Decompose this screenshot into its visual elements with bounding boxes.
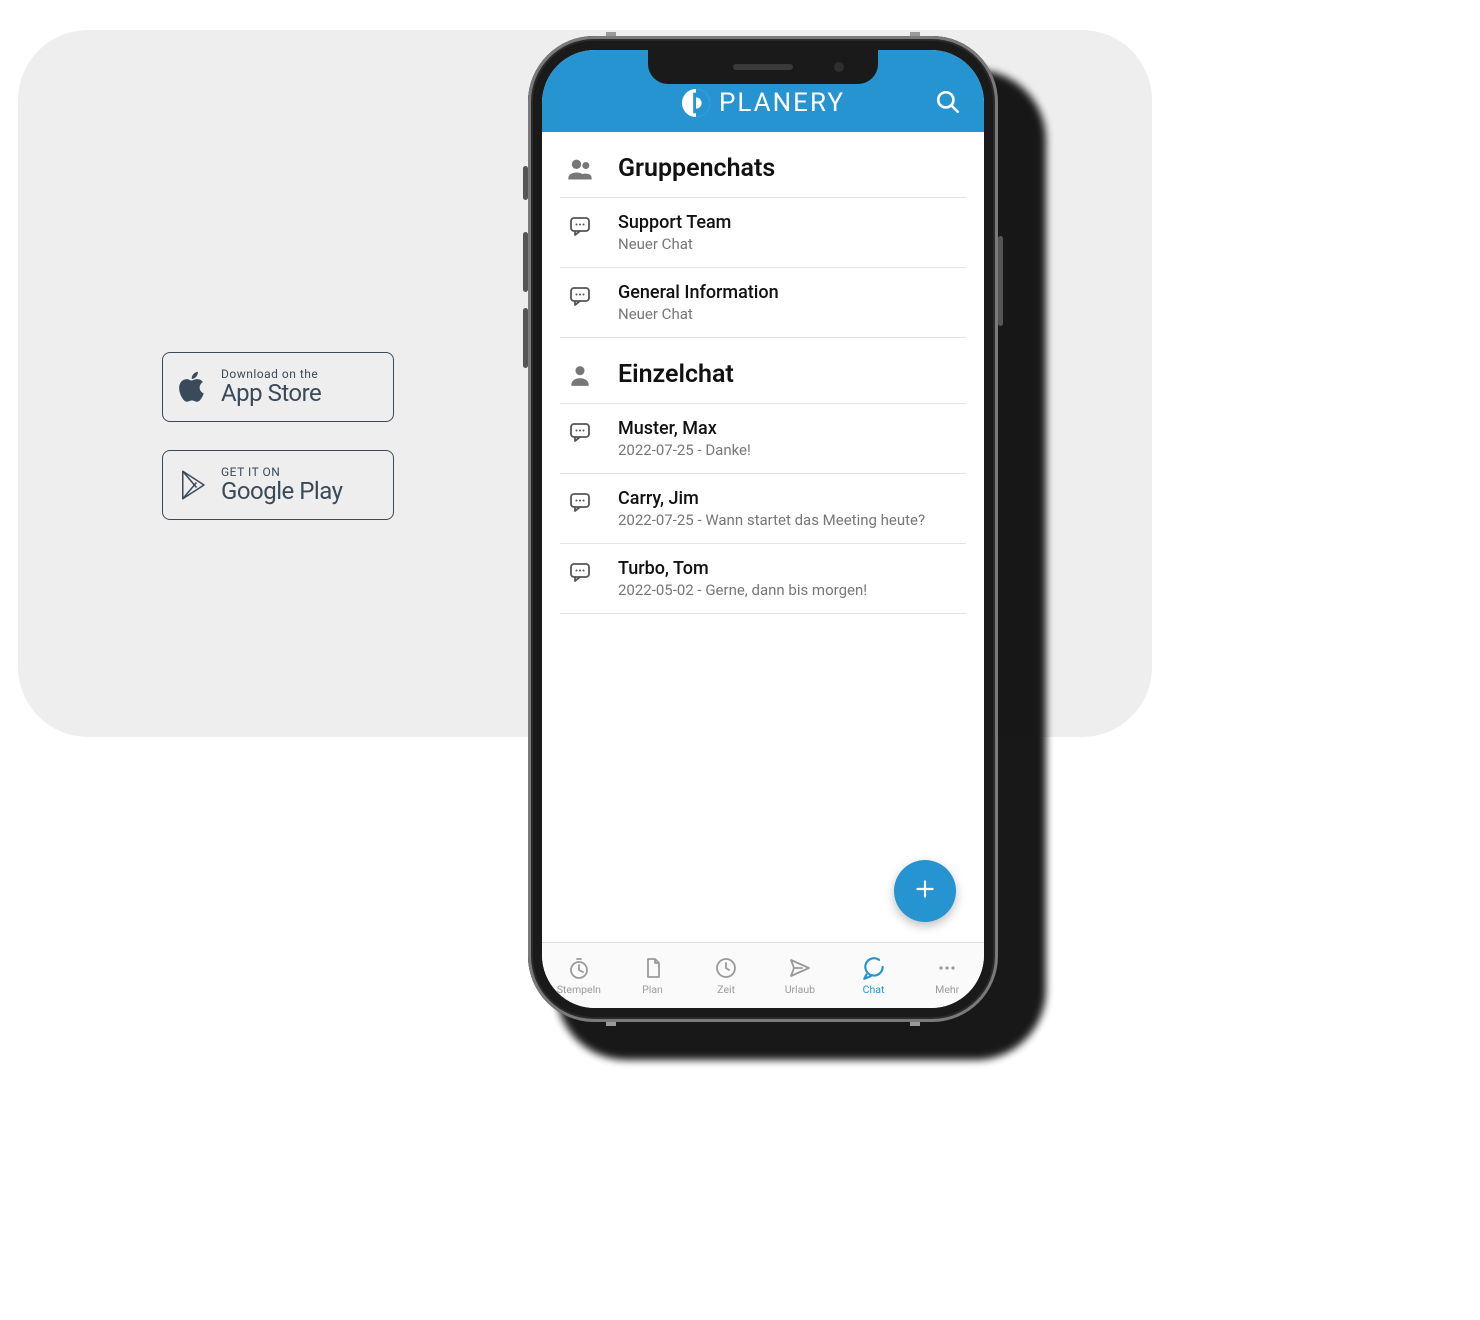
tab-mehr[interactable]: Mehr: [910, 943, 984, 1008]
chat-subtitle: Neuer Chat: [618, 305, 962, 323]
tab-chat[interactable]: Chat: [837, 943, 911, 1008]
tab-label: Zeit: [717, 983, 735, 996]
chat-subtitle: 2022-05-02 - Gerne, dann bis morgen!: [618, 581, 962, 599]
phone-speaker: [733, 64, 793, 70]
appstore-bottom-text: App Store: [221, 381, 321, 406]
group-chat-row[interactable]: General Information Neuer Chat: [560, 268, 966, 338]
chat-title: General Information: [618, 282, 962, 303]
document-icon: [641, 955, 665, 981]
chat-bubble-icon: [564, 282, 596, 308]
googleplay-icon: [177, 465, 211, 505]
chat-title: Carry, Jim: [618, 488, 962, 509]
phone-volume-down: [523, 308, 528, 368]
single-chat-row[interactable]: Muster, Max 2022-07-25 - Danke!: [560, 403, 966, 474]
chat-subtitle: 2022-07-25 - Danke!: [618, 441, 962, 459]
group-chats-title: Gruppenchats: [618, 154, 775, 183]
chat-subtitle: 2022-07-25 - Wann startet das Meeting he…: [618, 511, 962, 529]
chat-icon: [861, 955, 887, 981]
tab-label: Mehr: [935, 983, 959, 996]
more-icon: [935, 955, 959, 981]
planery-logo-icon: [681, 88, 711, 118]
tab-label: Plan: [642, 983, 663, 996]
googleplay-badge[interactable]: GET IT ON Google Play: [162, 450, 394, 520]
phone-antenna: [606, 32, 616, 36]
search-icon: [935, 89, 961, 119]
chat-list: Gruppenchats Support TeamNeuer ChatGener…: [542, 132, 984, 942]
single-chat-row[interactable]: Carry, Jim 2022-07-25 - Wann startet das …: [560, 474, 966, 544]
tab-plan[interactable]: Plan: [616, 943, 690, 1008]
phone-antenna: [910, 1022, 920, 1026]
tab-label: Urlaub: [785, 983, 815, 996]
tab-label: Stempeln: [557, 983, 601, 996]
phone-antenna: [606, 1022, 616, 1026]
search-button[interactable]: [932, 88, 964, 120]
group-chat-row[interactable]: Support Team Neuer Chat: [560, 197, 966, 268]
phone-screen: PLANERY: [542, 50, 984, 1008]
chat-subtitle: Neuer Chat: [618, 235, 962, 253]
chat-title: Muster, Max: [618, 418, 962, 439]
person-icon: [564, 362, 596, 388]
clock-icon: [714, 955, 738, 981]
chat-title: Support Team: [618, 212, 962, 233]
chat-bubble-icon: [564, 212, 596, 238]
group-icon: [564, 155, 596, 183]
phone-camera: [834, 62, 844, 72]
plus-icon: [912, 876, 938, 906]
stopwatch-icon: [567, 955, 591, 981]
single-chat-row[interactable]: Turbo, Tom 2022-05-02 - Gerne, dann bis m…: [560, 544, 966, 614]
single-chat-title: Einzelchat: [618, 360, 734, 389]
airplane-icon: [788, 955, 812, 981]
chat-bubble-icon: [564, 558, 596, 584]
phone-volume-up: [523, 232, 528, 292]
tab-label: Chat: [863, 983, 885, 996]
appstore-badge[interactable]: Download on the App Store: [162, 352, 394, 422]
phone-frame: PLANERY: [528, 36, 998, 1022]
single-chat-header: Einzelchat: [560, 338, 966, 403]
chat-bubble-icon: [564, 418, 596, 444]
new-chat-fab[interactable]: [894, 860, 956, 922]
phone-mute-switch: [523, 166, 528, 200]
phone-antenna: [910, 32, 920, 36]
phone-notch: [648, 50, 878, 84]
phone-power-button: [998, 236, 1003, 326]
chat-bubble-icon: [564, 488, 596, 514]
tab-urlaub[interactable]: Urlaub: [763, 943, 837, 1008]
group-chats-header: Gruppenchats: [560, 132, 966, 197]
chat-title: Turbo, Tom: [618, 558, 962, 579]
googleplay-bottom-text: Google Play: [221, 479, 342, 504]
apple-icon: [177, 367, 211, 407]
tab-zeit[interactable]: Zeit: [689, 943, 763, 1008]
app-title: PLANERY: [719, 88, 845, 118]
tab-stempeln[interactable]: Stempeln: [542, 943, 616, 1008]
bottom-tab-bar: Stempeln Plan Zeit Urlaub Chat Mehr: [542, 942, 984, 1008]
